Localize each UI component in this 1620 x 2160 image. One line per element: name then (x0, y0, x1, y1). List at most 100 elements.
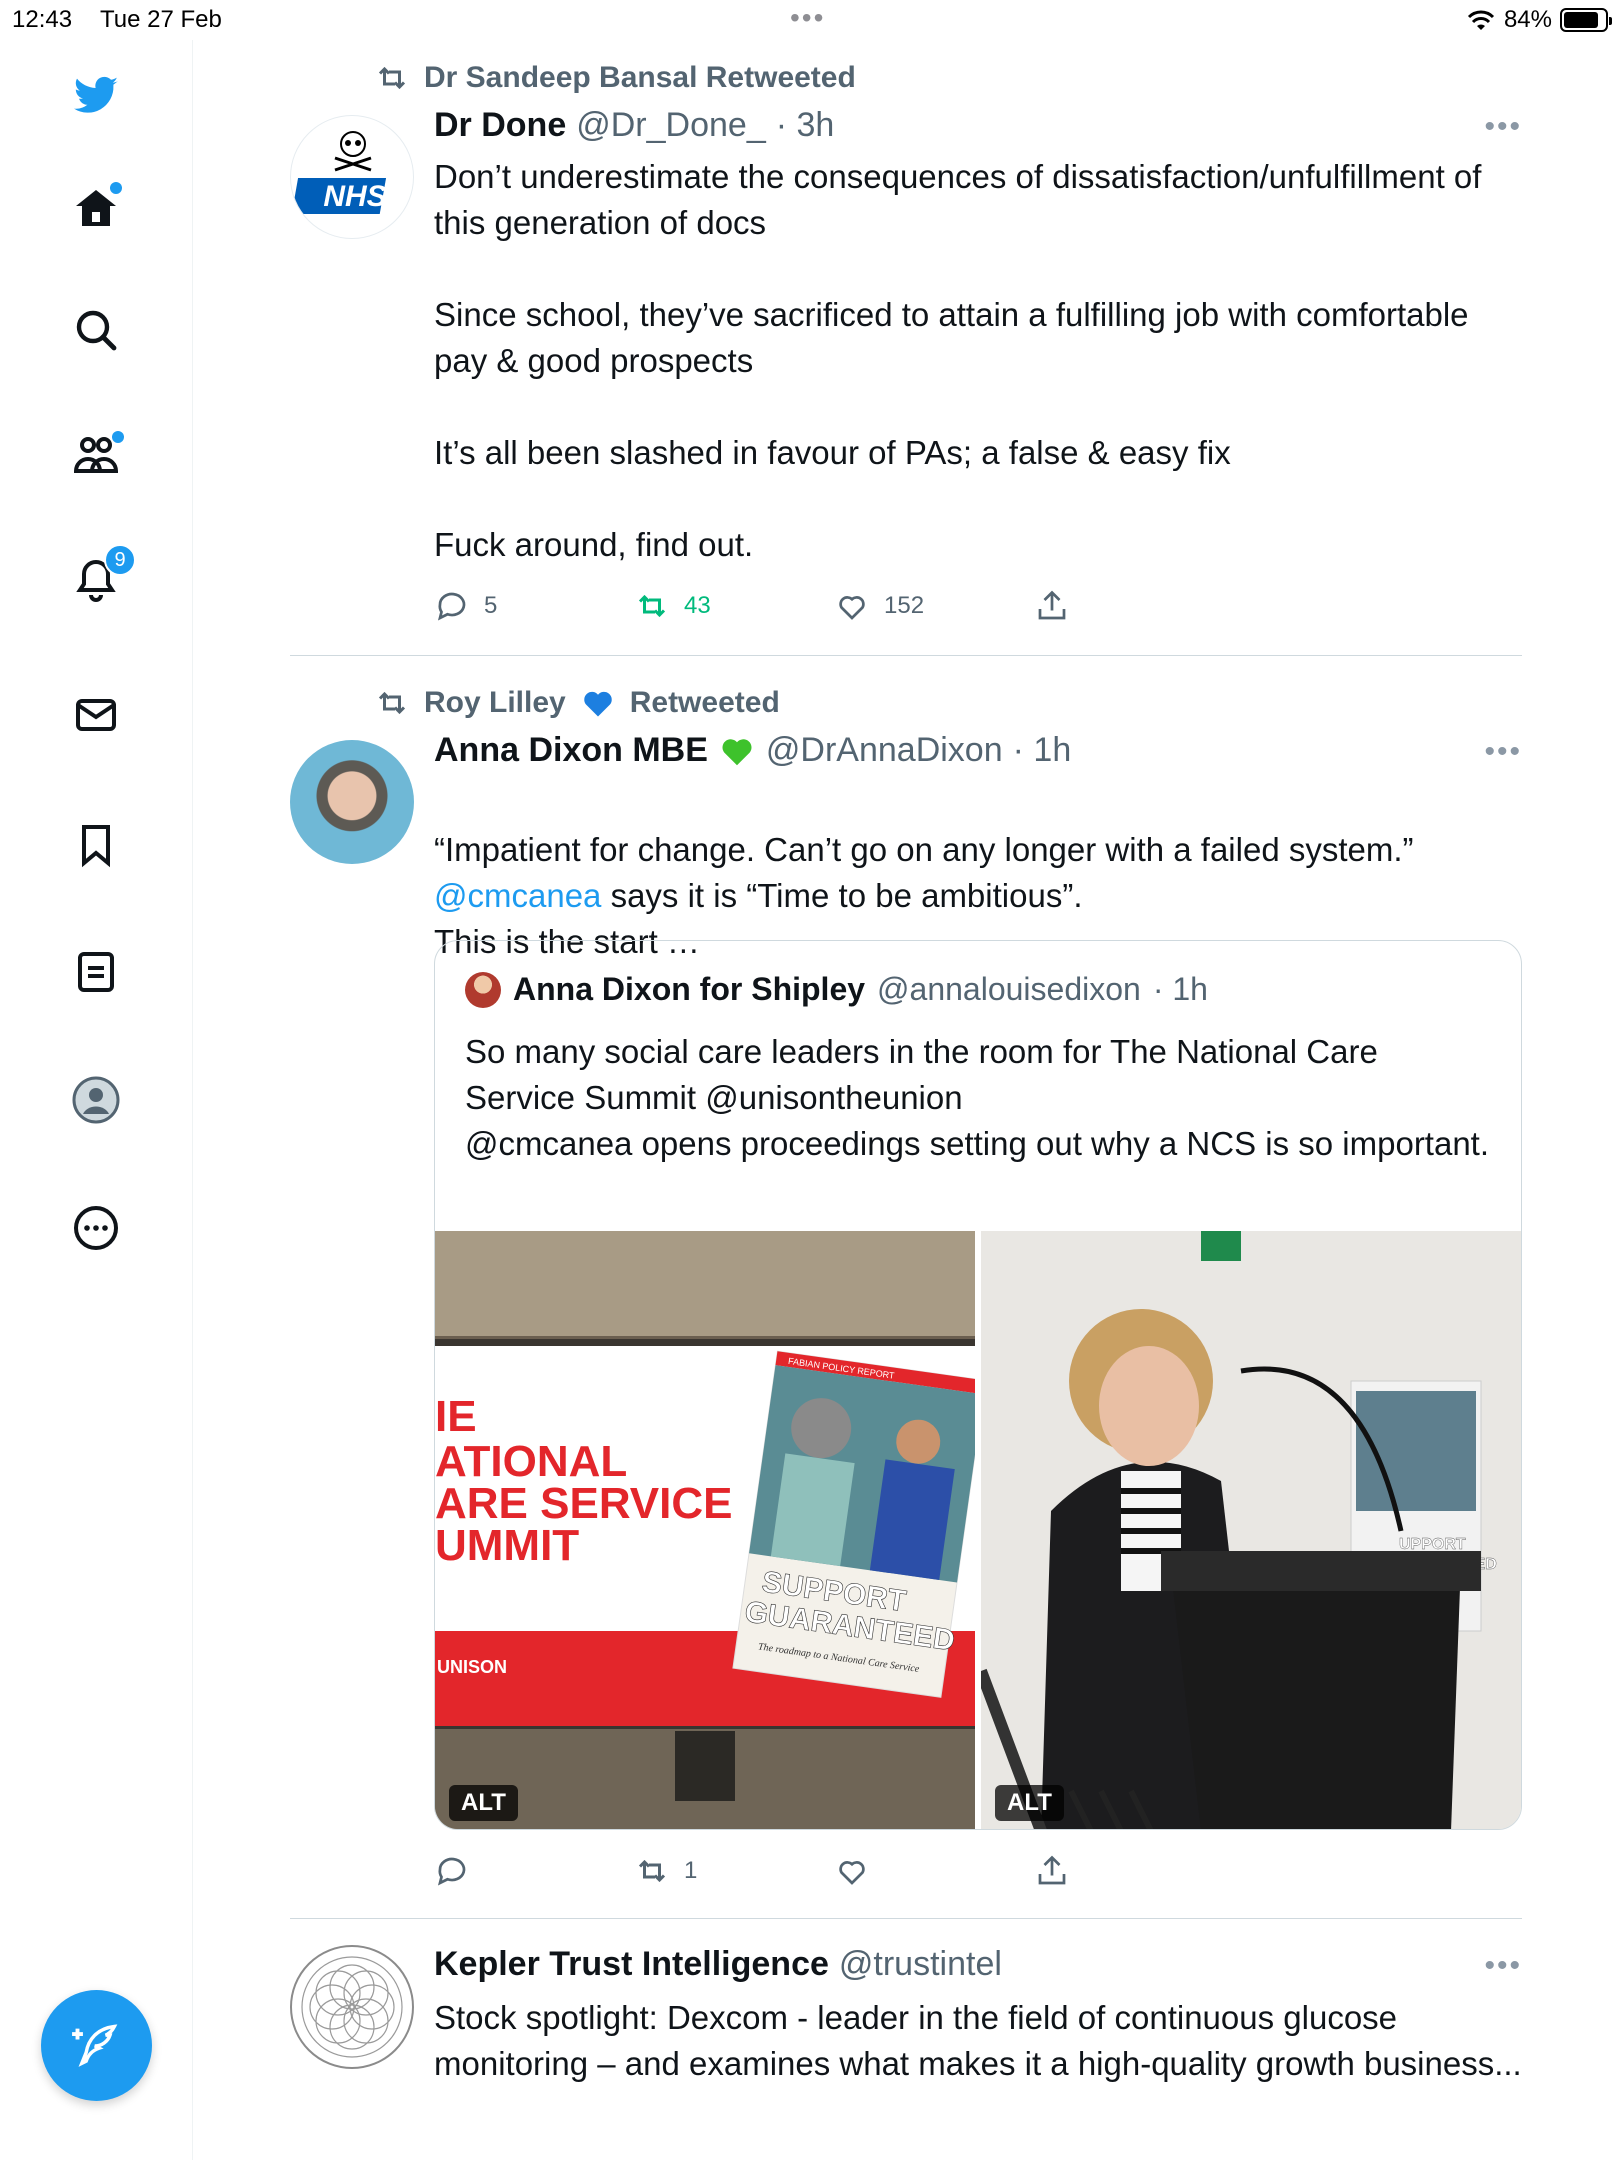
summit-screen-photo: IE ATIONAL ARE SERVICE UMMIT UNISON FABI… (435, 1231, 975, 1829)
quoted-tweet[interactable]: Anna Dixon for Shipley @annalouisedixon … (434, 940, 1522, 1830)
reply-icon (437, 1857, 466, 1886)
more-options-icon[interactable]: ••• (1484, 735, 1522, 769)
quoted-tweet-text: So many social care leaders in the room … (465, 1033, 1490, 1162)
unison-logo: UNISON (437, 1657, 507, 1677)
author-handle[interactable]: @DrAnnaDixon (766, 731, 1003, 770)
tweet-1[interactable]: Dr Sandeep Bansal Retweeted NHS Dr Done … (290, 60, 1522, 640)
like-count: 152 (884, 592, 925, 619)
explore-icon[interactable] (66, 300, 126, 360)
quoted-tweet-header: Anna Dixon for Shipley @annalouisedixon … (465, 971, 1208, 1008)
retweet-count: 1 (684, 1857, 698, 1884)
communities-icon[interactable] (66, 425, 126, 485)
tweet-2[interactable]: Roy Lilley Retweeted Anna Dixon MBE @DrA… (290, 685, 1522, 1886)
tweet-time[interactable]: · 1h (1013, 731, 1072, 770)
retweet-context-name: Roy Lilley (424, 686, 566, 719)
status-date: Tue 27 Feb (100, 6, 222, 33)
screen-text-4: UMMIT (435, 1521, 579, 1570)
tweet-header: Dr Done @Dr_Done_ · 3h (434, 106, 834, 145)
tweet-actions: 5 43 152 (434, 588, 1134, 632)
tweet-text-line-1: “Impatient for change. Can’t go on any l… (434, 831, 1414, 868)
author-handle[interactable]: @trustintel (839, 1945, 1002, 1984)
notifications-icon[interactable]: 9 (66, 544, 136, 610)
retweet-context-text: Dr Sandeep Bansal Retweeted (424, 61, 856, 94)
author-name[interactable]: Kepler Trust Intelligence (434, 1945, 829, 1984)
author-handle[interactable]: @Dr_Done_ (576, 106, 766, 145)
reply-button[interactable] (434, 1853, 470, 1889)
multitasking-dots-icon[interactable]: ••• (790, 4, 825, 32)
tweet-text: Don’t underestimate the consequences of … (434, 158, 1482, 563)
share-button[interactable] (1034, 588, 1070, 624)
sidebar: 9 (0, 40, 193, 2160)
status-bar: 12:43 Tue 27 Feb ••• 84% (0, 0, 1620, 40)
screen-text-1: IE (435, 1392, 477, 1441)
retweet-button[interactable]: 43 (634, 588, 711, 624)
nhs-logo: NHS (323, 180, 386, 213)
alt-badge-2[interactable]: ALT (995, 1785, 1064, 1821)
share-icon (1038, 1855, 1066, 1885)
home-icon[interactable] (66, 178, 126, 238)
bookmarks-icon[interactable] (66, 815, 126, 875)
quoted-avatar[interactable] (465, 971, 501, 1008)
compose-quill-icon (71, 2023, 117, 2067)
blue-heart-icon (583, 691, 612, 717)
wifi-icon (1467, 10, 1495, 30)
retweet-context: Roy Lilley Retweeted (374, 685, 780, 721)
compose-tweet-button[interactable] (41, 1990, 152, 2101)
avatar[interactable] (290, 740, 414, 864)
share-icon (1038, 590, 1066, 620)
status-time: 12:43 (12, 6, 73, 33)
more-options-icon[interactable]: ••• (1484, 110, 1522, 144)
media-image-2[interactable]: UPPORT JARANTEED ALT (981, 1231, 1521, 1829)
media-image-1[interactable]: IE ATIONAL ARE SERVICE UMMIT UNISON FABI… (435, 1231, 975, 1829)
more-options-icon[interactable]: ••• (1484, 1949, 1522, 1983)
speaker-photo: UPPORT JARANTEED (981, 1231, 1521, 1829)
notifications-badge: 9 (104, 544, 136, 576)
quoted-tweet-time: · 1h (1152, 971, 1208, 1007)
avatar[interactable]: NHS (290, 115, 414, 239)
tweet-text-line-2: says it is “Time to be ambitious”. (601, 877, 1083, 914)
reply-icon (437, 592, 466, 621)
retweet-icon (378, 691, 406, 715)
twitter-logo-icon[interactable] (66, 65, 126, 125)
tweet-text: Stock spotlight: Dexcom - leader in the … (434, 1999, 1522, 2082)
quoted-author-name: Anna Dixon for Shipley (513, 971, 866, 1007)
tweet-time[interactable]: · 3h (776, 106, 835, 145)
share-button[interactable] (1034, 1853, 1070, 1889)
reply-count: 5 (484, 592, 498, 619)
tweet-divider (290, 1918, 1522, 1919)
mention-link[interactable]: @cmcanea (434, 877, 601, 914)
like-button[interactable]: 152 (834, 588, 924, 624)
retweet-context-suffix: Retweeted (629, 686, 780, 719)
reply-button[interactable]: 5 (434, 588, 497, 624)
alt-badge-1[interactable]: ALT (449, 1785, 518, 1821)
battery-percent: 84% (1503, 6, 1552, 33)
retweet-button[interactable]: 1 (634, 1853, 697, 1889)
tweet-actions: 1 (434, 1853, 1134, 1897)
lists-icon[interactable] (66, 942, 126, 1002)
heart-icon (839, 1861, 865, 1885)
green-heart-icon (722, 738, 752, 765)
author-name[interactable]: Anna Dixon MBE (434, 731, 708, 770)
retweet-context: Dr Sandeep Bansal Retweeted (374, 60, 856, 96)
tweet-divider (290, 655, 1522, 656)
tweet-3[interactable]: Kepler Trust Intelligence @trustintel ••… (290, 1945, 1522, 2160)
quoted-author-handle: @annalouisedixon (877, 971, 1141, 1007)
author-name[interactable]: Dr Done (434, 106, 566, 145)
retweet-icon (378, 66, 406, 90)
retweet-icon (638, 594, 666, 618)
profile-avatar-icon[interactable] (66, 1070, 126, 1130)
kepler-logo-icon (301, 1956, 403, 2058)
skull-crossbones-icon: NHS (291, 131, 387, 214)
tweet-text: “Impatient for change. Can’t go on any l… (434, 781, 1522, 965)
more-icon[interactable] (66, 1198, 126, 1258)
tweet-header: Kepler Trust Intelligence @trustintel (434, 1945, 1002, 1984)
status-right: 84% (1466, 6, 1612, 34)
sign-text-1: UPPORT (1399, 1536, 1466, 1553)
tweet-header: Anna Dixon MBE @DrAnnaDixon · 1h (434, 731, 1071, 770)
heart-icon (839, 596, 865, 620)
messages-icon[interactable] (66, 685, 126, 745)
battery-icon (1560, 8, 1612, 32)
communities-dot (112, 431, 124, 443)
avatar[interactable] (290, 1945, 414, 2069)
like-button[interactable] (834, 1853, 870, 1889)
